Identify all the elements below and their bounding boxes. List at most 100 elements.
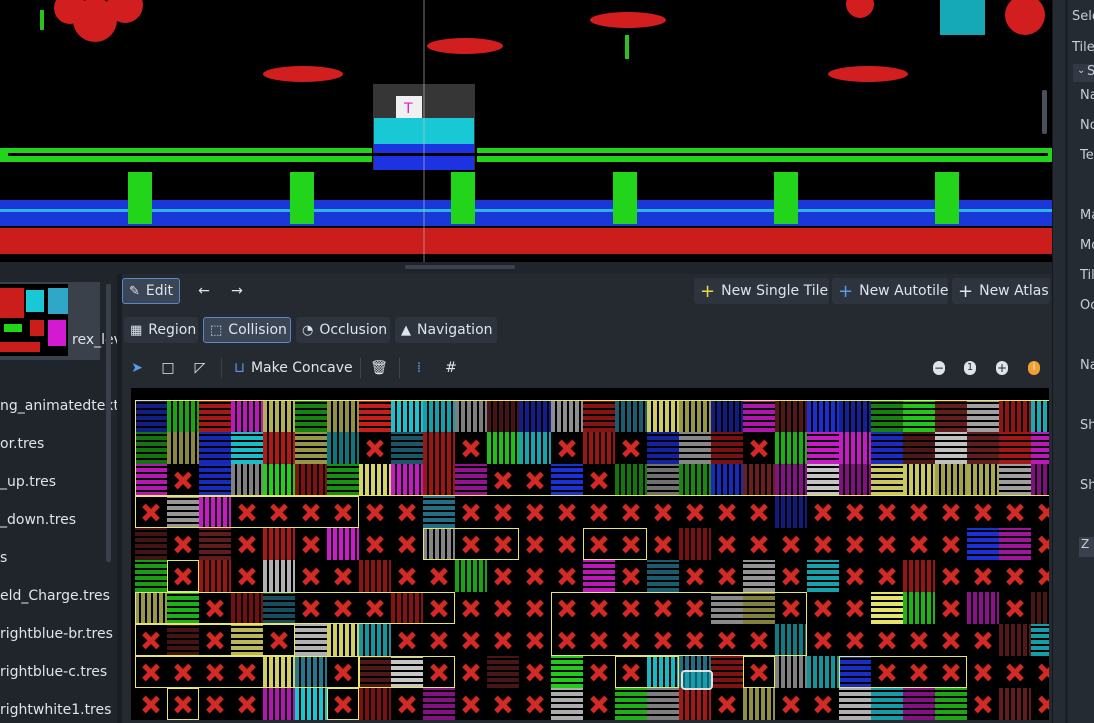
tile[interactable] [423, 432, 455, 464]
tile[interactable] [743, 688, 775, 720]
tile[interactable] [999, 432, 1031, 464]
tile[interactable] [455, 400, 487, 432]
tile[interactable] [199, 464, 231, 496]
tile[interactable] [679, 688, 711, 720]
file-item[interactable]: s [0, 550, 7, 566]
info-button[interactable]: i [1022, 355, 1046, 381]
tile[interactable] [935, 688, 967, 720]
tile[interactable] [807, 560, 839, 592]
tab-occlusion[interactable]: ◔ Occlusion [296, 317, 390, 343]
tile[interactable] [999, 400, 1031, 432]
tile[interactable] [359, 656, 391, 688]
tile[interactable] [935, 400, 967, 432]
tile[interactable] [135, 464, 167, 496]
tile[interactable] [423, 464, 455, 496]
tile[interactable] [775, 624, 807, 656]
tile[interactable] [615, 400, 647, 432]
tile[interactable] [775, 400, 807, 432]
file-item[interactable]: _down.tres [0, 512, 76, 528]
scroll-thumb[interactable] [405, 265, 515, 269]
tile[interactable] [935, 432, 967, 464]
tile[interactable] [135, 528, 167, 560]
tile[interactable] [551, 400, 583, 432]
tile[interactable] [519, 400, 551, 432]
tile[interactable] [679, 400, 711, 432]
select-tool-button[interactable]: ➤ [125, 355, 149, 381]
tile[interactable] [647, 432, 679, 464]
tile[interactable] [871, 400, 903, 432]
tile[interactable] [295, 432, 327, 464]
tile[interactable] [999, 624, 1031, 656]
tile[interactable] [967, 464, 999, 496]
new-autotile-button[interactable]: + New Autotile [832, 278, 948, 304]
tile[interactable] [263, 432, 295, 464]
tile[interactable] [999, 528, 1031, 560]
zoom-out-button[interactable]: − [927, 355, 951, 381]
rectangle-tool-button[interactable]: □ [156, 355, 180, 381]
tile[interactable] [231, 464, 263, 496]
tile[interactable] [199, 400, 231, 432]
tile[interactable] [135, 432, 167, 464]
tile[interactable] [967, 528, 999, 560]
tile[interactable] [263, 592, 295, 624]
tile[interactable] [871, 592, 903, 624]
tile[interactable] [999, 464, 1031, 496]
file-item[interactable]: rightblue-br.tres [0, 626, 113, 642]
tile[interactable] [839, 432, 871, 464]
tile[interactable] [231, 432, 263, 464]
tile[interactable] [167, 400, 199, 432]
tile[interactable] [327, 624, 359, 656]
tile[interactable] [871, 464, 903, 496]
tile[interactable] [807, 464, 839, 496]
tile[interactable] [487, 400, 519, 432]
tile[interactable] [647, 688, 679, 720]
file-item[interactable]: _up.tres [0, 474, 56, 490]
tile[interactable] [295, 400, 327, 432]
tile[interactable] [327, 464, 359, 496]
tile[interactable] [743, 560, 775, 592]
section-toggle[interactable]: ⌄ S [1073, 64, 1094, 82]
file-item[interactable]: or.tres [0, 436, 44, 452]
tile[interactable] [519, 432, 551, 464]
file-item[interactable]: rightblue-c.tres [0, 664, 107, 680]
tile[interactable] [967, 400, 999, 432]
zoom-reset-button[interactable]: 1 [958, 355, 982, 381]
tile[interactable] [1031, 400, 1049, 432]
tile[interactable] [199, 560, 231, 592]
tile[interactable] [263, 528, 295, 560]
tile[interactable] [711, 464, 743, 496]
tile[interactable] [615, 464, 647, 496]
tile[interactable] [263, 400, 295, 432]
tile[interactable] [615, 688, 647, 720]
tile[interactable] [199, 432, 231, 464]
tile[interactable] [423, 496, 455, 528]
tile[interactable] [743, 464, 775, 496]
tile[interactable] [391, 464, 423, 496]
tile[interactable] [263, 656, 295, 688]
tile[interactable] [231, 624, 263, 656]
z-index-field[interactable]: Z I [1079, 537, 1094, 557]
tab-collision[interactable]: ⬚ Collision [203, 317, 291, 343]
new-single-tile-button[interactable]: + New Single Tile [694, 278, 829, 304]
tile[interactable] [359, 400, 391, 432]
tile[interactable] [583, 560, 615, 592]
tile[interactable] [327, 432, 359, 464]
tile[interactable] [679, 464, 711, 496]
tile[interactable] [423, 400, 455, 432]
tile[interactable] [583, 400, 615, 432]
tile[interactable] [423, 528, 455, 560]
tile[interactable] [167, 432, 199, 464]
tile[interactable] [231, 400, 263, 432]
zoom-in-button[interactable]: + [990, 355, 1014, 381]
tile[interactable] [359, 688, 391, 720]
tile[interactable] [775, 496, 807, 528]
new-atlas-button[interactable]: + New Atlas [952, 278, 1050, 304]
file-item[interactable]: rightwhite1.tres [0, 702, 111, 718]
snap-button[interactable]: ⁞ [406, 355, 432, 381]
tile[interactable] [263, 688, 295, 720]
tile[interactable] [327, 528, 359, 560]
tile[interactable] [679, 432, 711, 464]
tile[interactable] [711, 656, 743, 688]
tile[interactable] [295, 464, 327, 496]
tile[interactable] [135, 592, 167, 624]
